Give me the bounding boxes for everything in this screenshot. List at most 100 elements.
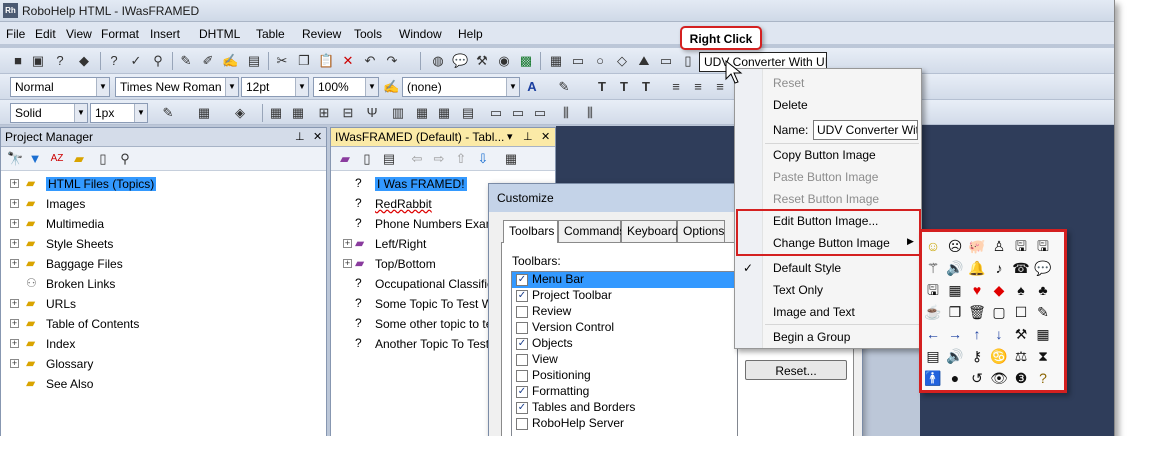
align-left-icon[interactable]: ≡ (668, 79, 684, 95)
menu-text-only[interactable]: Text Only (773, 283, 823, 297)
smiley-icon[interactable]: ☺ (924, 237, 942, 255)
arrow-up-icon[interactable]: ↑ (968, 325, 986, 343)
tab-commands[interactable]: Commands (558, 220, 625, 242)
highlight-icon[interactable]: ✎ (556, 79, 572, 95)
tree-row[interactable]: + ▰ HTML Files (Topics) (1, 174, 326, 194)
binoculars-icon[interactable]: 🔭 (7, 151, 23, 167)
menu-window[interactable]: Window (399, 27, 442, 41)
distribute-rows-icon[interactable]: ⫼ (582, 105, 598, 121)
comment-icon[interactable]: 💬 (452, 53, 468, 69)
phone-icon[interactable]: ☎ (1012, 259, 1030, 277)
menu-paste-image[interactable]: Paste Button Image (773, 170, 878, 184)
dropdown-icon[interactable]: ▾ (507, 130, 513, 143)
speaker-icon[interactable]: 🔊 (946, 259, 964, 277)
menu-reset[interactable]: Reset (773, 76, 804, 90)
table-grid-icon[interactable]: ▦ (290, 105, 306, 121)
tab-options[interactable]: Options (677, 220, 725, 242)
merge-icon[interactable]: ⊟ (340, 105, 356, 121)
spell-check-icon[interactable]: ✓ (128, 53, 144, 69)
help-icon[interactable]: ? (52, 53, 68, 69)
list-item[interactable]: Review (512, 304, 737, 320)
captivate-icon[interactable]: ▩ (518, 53, 534, 69)
speech-bubble-icon[interactable]: 💬 (1034, 259, 1052, 277)
row-icon[interactable]: ▥ (390, 105, 406, 121)
tree-row[interactable]: + ▰ Multimedia (1, 214, 326, 234)
menu-file[interactable]: File (6, 27, 25, 41)
save-all-icon[interactable]: ▣ (30, 53, 46, 69)
list-item[interactable]: ✓ Menu Bar (512, 272, 737, 288)
valign-mid-icon[interactable]: ▭ (510, 105, 526, 121)
picture-icon[interactable]: ⛰ (636, 53, 652, 69)
head-icon[interactable]: ● (946, 369, 964, 387)
text-icon[interactable]: ▭ (570, 53, 586, 69)
list-item[interactable]: RoboHelp Server (512, 416, 737, 432)
list-item[interactable]: ✓ Formatting (512, 384, 737, 400)
menu-view[interactable]: View (66, 27, 92, 41)
shading-icon[interactable]: ◈ (232, 105, 248, 121)
sort-az-icon[interactable]: AZ (49, 151, 65, 167)
bell-icon[interactable]: 🔔 (968, 259, 986, 277)
underline-t-icon[interactable]: T (638, 79, 654, 95)
style-select[interactable]: Normal ▼ (10, 77, 110, 97)
font-color-icon[interactable]: A (524, 79, 540, 95)
arrow-up-icon[interactable]: ⇧ (453, 151, 469, 167)
close-icon[interactable]: ✕ (313, 130, 322, 143)
arrow-left-icon[interactable]: ← (924, 325, 942, 343)
tree-row[interactable]: + ▰ Table of Contents (1, 314, 326, 334)
cells-icon[interactable]: ▦ (414, 105, 430, 121)
new-book-icon[interactable]: ▰ (337, 151, 353, 167)
find-icon[interactable]: ⚲ (150, 53, 166, 69)
circle-icon[interactable]: ○ (592, 53, 608, 69)
menu-default-style[interactable]: Default Style (773, 261, 841, 275)
monitor-icon[interactable]: ▭ (658, 53, 674, 69)
pig-icon[interactable]: 🐖 (968, 237, 986, 255)
tree-row[interactable]: + ▰ Baggage Files (1, 254, 326, 274)
compile-icon[interactable]: ◆ (76, 53, 92, 69)
heart-icon[interactable]: ♥ (968, 281, 986, 299)
bold-t-icon[interactable]: T (594, 79, 610, 95)
pen-icon[interactable]: ✎ (1034, 303, 1052, 321)
menu-help[interactable]: Help (458, 27, 483, 41)
spade-icon[interactable]: ♠ (1012, 281, 1030, 299)
key-icon[interactable]: ⚷ (968, 347, 986, 365)
delete-icon[interactable]: ✕ (340, 53, 356, 69)
help-doc-icon[interactable]: ▯ (680, 53, 696, 69)
tape-icon[interactable]: ♋ (990, 347, 1008, 365)
runner-icon[interactable]: ↺ (968, 369, 986, 387)
hourglass-icon[interactable]: ⧗ (1034, 347, 1052, 365)
pencil-icon[interactable]: ✎ (178, 53, 194, 69)
doc-icon[interactable]: ▯ (95, 151, 111, 167)
border-style-select[interactable]: Solid ▼ (10, 103, 88, 123)
menu-copy-image[interactable]: Copy Button Image (773, 148, 876, 162)
border-width-select[interactable]: 1px ▼ (90, 103, 148, 123)
globe-icon[interactable]: ◍ (430, 53, 446, 69)
grid-icon[interactable]: ▦ (436, 105, 452, 121)
borders-icon[interactable]: ▦ (196, 105, 212, 121)
split-icon[interactable]: ⊞ (316, 105, 332, 121)
list-item[interactable]: ✓ Tables and Borders (512, 400, 737, 416)
music-note-icon[interactable]: ♪ (990, 259, 1008, 277)
arrow-down-icon[interactable]: ⇩ (475, 151, 491, 167)
frown-icon[interactable]: ☹ (946, 237, 964, 255)
arrow-down-icon[interactable]: ↓ (990, 325, 1008, 343)
calculator-icon[interactable]: ▦ (946, 281, 964, 299)
question-icon[interactable]: ? (1034, 369, 1052, 387)
tree-row[interactable]: + ▰ Index (1, 334, 326, 354)
list-item[interactable]: View (512, 352, 737, 368)
pawn-icon[interactable]: ♙ (990, 237, 1008, 255)
valign-top-icon[interactable]: ▭ (488, 105, 504, 121)
arrow-right-icon[interactable]: → (946, 325, 964, 343)
keyboard-icon[interactable]: ▦ (1034, 325, 1052, 343)
css-select[interactable]: (none) ▼ (402, 77, 520, 97)
zoom-select[interactable]: 100% ▼ (313, 77, 379, 97)
menu-tools[interactable]: Tools (354, 27, 382, 41)
disk-alt-icon[interactable]: 🖫 (1034, 237, 1052, 255)
wand-icon[interactable]: ⚚ (924, 259, 942, 277)
diamond-icon[interactable]: ◆ (990, 281, 1008, 299)
list-item[interactable]: Version Control (512, 320, 737, 336)
column-icon[interactable]: Ψ (364, 105, 380, 121)
menu-reset-image[interactable]: Reset Button Image (773, 192, 879, 206)
view-icon[interactable]: ▤ (246, 53, 262, 69)
square-icon[interactable]: ☐ (1012, 303, 1030, 321)
eye-icon[interactable]: 👁 (990, 369, 1008, 387)
